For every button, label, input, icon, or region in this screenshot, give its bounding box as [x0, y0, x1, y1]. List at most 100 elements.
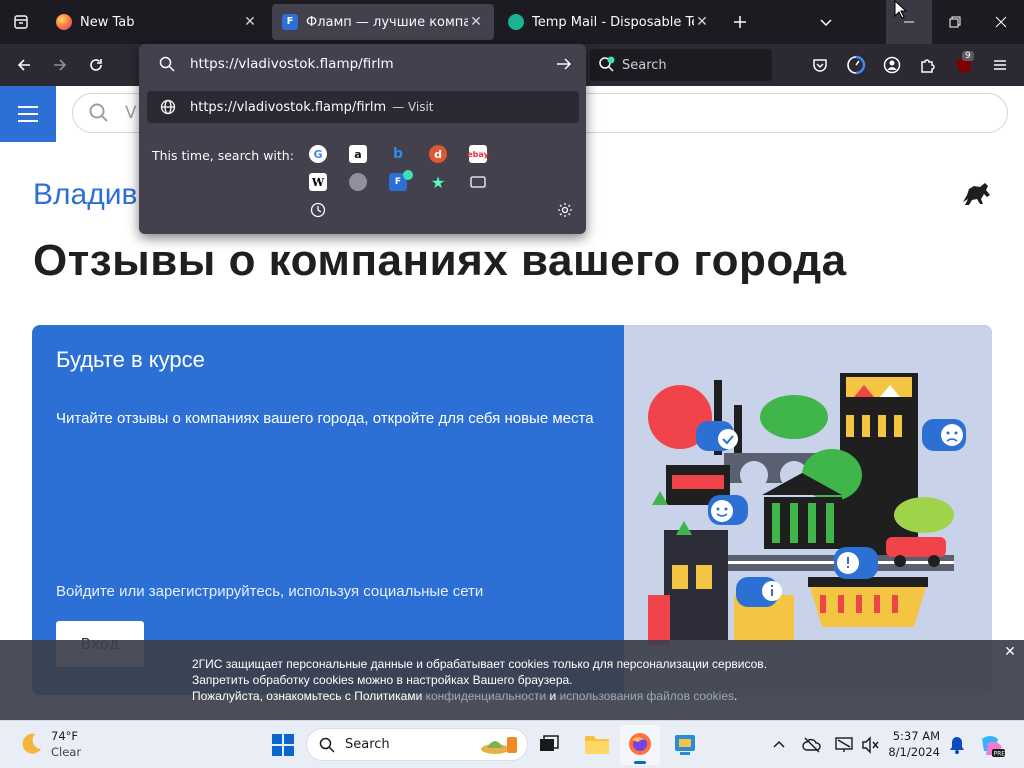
- close-icon[interactable]: ✕: [694, 14, 710, 30]
- address-bar[interactable]: https://vladivostok.flamp/firlm: [139, 44, 586, 84]
- tab-flamp[interactable]: F Фламп — лучшие компании В ✕: [272, 4, 494, 40]
- flamp-logo-icon[interactable]: [960, 180, 992, 206]
- search-icon: [599, 56, 615, 72]
- clock-time: 5:37 AM: [892, 729, 940, 743]
- minimize-button[interactable]: [886, 0, 932, 44]
- search-bar[interactable]: Search: [590, 49, 772, 81]
- tab-title: Фламп — лучшие компании В: [306, 14, 468, 30]
- search-bar-placeholder: Search: [622, 57, 667, 73]
- bing-icon[interactable]: b: [389, 145, 407, 163]
- check-bubble-icon: [696, 421, 738, 451]
- volume-mute-icon[interactable]: [860, 735, 880, 755]
- cookie-text-prefix: Пожалуйста, ознакомьтесь с Политиками: [192, 689, 426, 703]
- svg-text:PRE: PRE: [994, 751, 1006, 758]
- chevron-up-icon[interactable]: [772, 738, 786, 752]
- close-window-button[interactable]: [978, 0, 1024, 44]
- tab-strip: New Tab ✕ F Фламп — лучшие компании В ✕ …: [0, 0, 1024, 44]
- flamp-icon: F: [282, 14, 298, 30]
- url-suggestion-row[interactable]: https://vladivostok.flamp/firlm — Visit: [147, 91, 579, 123]
- sad-bubble-icon: [922, 419, 966, 451]
- firefox-icon: [56, 14, 72, 30]
- mouse-cursor-icon: [894, 0, 908, 19]
- ublock-origin-icon[interactable]: 9: [948, 49, 980, 81]
- back-button[interactable]: [8, 49, 40, 81]
- new-tab-button[interactable]: [724, 0, 756, 44]
- privacy-policy-link[interactable]: конфиденциальности: [426, 689, 547, 703]
- suggestion-url: https://vladivostok.flamp/firlm: [190, 99, 387, 115]
- windows-start-icon[interactable]: [272, 734, 294, 756]
- smile-bubble-icon: [708, 495, 748, 525]
- timer-extension-icon[interactable]: [840, 49, 872, 81]
- cookie-text-end: .: [734, 689, 738, 703]
- search-icon: [89, 103, 108, 122]
- site-search-placeholder: V: [125, 103, 137, 123]
- promo-login-text: Войдите или зарегистрируйтесь, используя…: [56, 583, 484, 600]
- cookie-text-line2: Запретить обработку cookies можно в наст…: [192, 673, 573, 687]
- notification-bell-icon[interactable]: [948, 735, 966, 755]
- search-highlight-icon: [481, 737, 517, 754]
- task-view-icon[interactable]: [538, 733, 560, 755]
- search-with-label: This time, search with:: [152, 148, 294, 163]
- weather-condition[interactable]: Clear: [51, 745, 81, 759]
- temp-mail-icon: [508, 14, 524, 30]
- duckduckgo-icon[interactable]: d: [429, 145, 447, 163]
- tab-title: New Tab: [80, 14, 135, 30]
- page-title: Отзывы о компаниях вашего города: [33, 236, 847, 285]
- account-icon[interactable]: [876, 49, 908, 81]
- firefox-taskbar-button[interactable]: [620, 725, 660, 765]
- network-icon[interactable]: [834, 735, 854, 755]
- reload-button[interactable]: [80, 49, 112, 81]
- close-icon[interactable]: ✕: [242, 14, 258, 30]
- cookie-close-icon[interactable]: ✕: [1002, 644, 1018, 660]
- cookie-text-line1: 2ГИС защищает персональные данные и обра…: [192, 657, 767, 671]
- go-arrow-icon[interactable]: [556, 56, 572, 72]
- google-icon[interactable]: G: [309, 145, 327, 163]
- extension-badge: 9: [962, 51, 974, 61]
- promo-title: Будьте в курсе: [56, 347, 205, 372]
- pocket-icon[interactable]: [804, 49, 836, 81]
- weather-temperature[interactable]: 74°F: [51, 729, 78, 743]
- add-engine-icon: [403, 170, 413, 180]
- promo-description: Читайте отзывы о компаниях вашего города…: [56, 410, 594, 427]
- cloud-sync-icon[interactable]: [802, 735, 822, 755]
- extensions-icon[interactable]: [912, 49, 944, 81]
- url-dropdown-panel: https://vladivostok.flamp/firlm https://…: [139, 44, 586, 234]
- ebay-icon[interactable]: ebay: [467, 145, 489, 163]
- tab-new-tab[interactable]: New Tab ✕: [46, 4, 268, 40]
- tab-overview-icon[interactable]: [0, 0, 42, 44]
- wikipedia-icon[interactable]: W: [309, 173, 327, 191]
- tab-title: Temp Mail - Disposable Tempo: [532, 14, 694, 30]
- running-indicator: [634, 761, 646, 764]
- search-icon: [319, 737, 335, 753]
- info-bubble-icon: [736, 577, 782, 607]
- site-menu-button[interactable]: [0, 86, 56, 142]
- address-bar-input[interactable]: https://vladivostok.flamp/firlm: [190, 56, 556, 72]
- cookie-text-line3: Пожалуйста, ознакомьтесь с Политиками ко…: [192, 688, 767, 704]
- taskbar-search[interactable]: Search: [306, 728, 528, 761]
- system-clock[interactable]: 5:37 AM 8/1/2024: [880, 728, 940, 760]
- bookmarks-icon[interactable]: ★: [429, 173, 447, 192]
- taskbar: 74°F Clear Search 5:37 AM 8/1/2024 PRE: [0, 720, 1024, 768]
- file-explorer-icon[interactable]: [584, 732, 610, 756]
- forward-button[interactable]: [44, 49, 76, 81]
- tabs-icon[interactable]: [469, 173, 487, 191]
- search-icon: [159, 56, 175, 72]
- history-icon[interactable]: [309, 201, 327, 219]
- city-name[interactable]: Владив: [33, 178, 137, 212]
- close-icon[interactable]: ✕: [468, 14, 484, 30]
- app-icon[interactable]: [672, 732, 698, 758]
- app-menu-icon[interactable]: [984, 49, 1016, 81]
- weather-moon-icon[interactable]: [18, 731, 44, 757]
- tab-list-chevron-down-icon[interactable]: [808, 0, 844, 44]
- cookie-banner: 2ГИС защищает персональные данные и обра…: [0, 640, 1024, 720]
- search-engine-icon[interactable]: [349, 173, 367, 191]
- copilot-icon[interactable]: PRE: [978, 731, 1006, 759]
- gear-icon[interactable]: [556, 201, 574, 219]
- alert-bubble-icon: [834, 547, 878, 579]
- tab-temp-mail[interactable]: Temp Mail - Disposable Tempo ✕: [498, 4, 720, 40]
- taskbar-search-label: Search: [345, 737, 390, 752]
- cookie-policy-link[interactable]: использования файлов cookies: [560, 689, 734, 703]
- amazon-icon[interactable]: a: [349, 145, 367, 163]
- restore-button[interactable]: [932, 0, 978, 44]
- clock-date: 8/1/2024: [888, 745, 940, 759]
